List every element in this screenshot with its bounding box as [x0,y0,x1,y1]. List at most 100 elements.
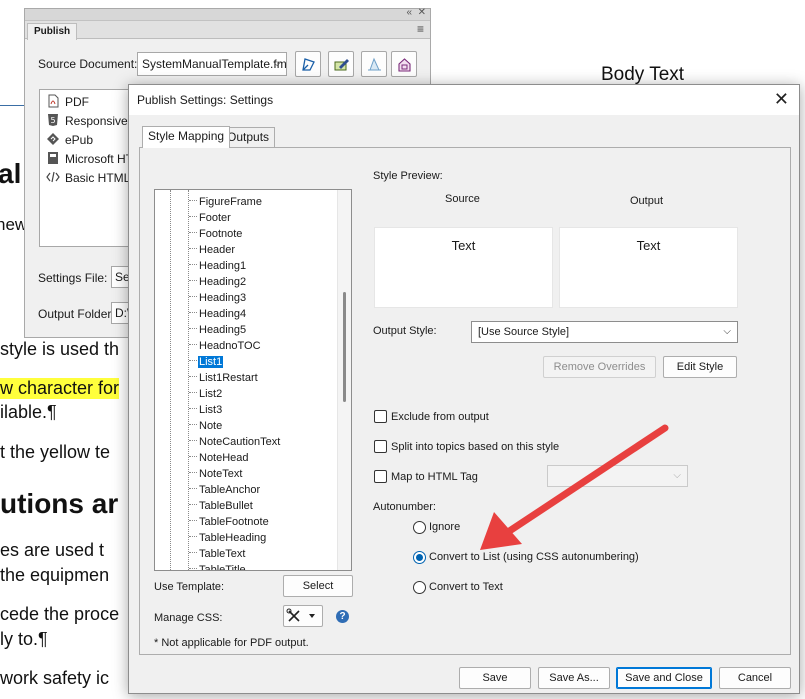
style-tree-item[interactable]: HeadnoTOC [189,338,262,354]
help-icon[interactable]: ? [336,610,349,623]
format-item-responsive-html[interactable]: 5 Responsive H [46,112,140,130]
autonumber-ignore-radio[interactable] [413,521,426,534]
style-tree-item[interactable]: Footnote [189,226,243,242]
style-tree-item-label: Heading4 [199,308,247,320]
document-text-line: t the yellow te [0,442,111,462]
document-text-line: style is used th [0,339,120,359]
style-tree-item[interactable]: List3 [189,402,223,418]
dialog-titlebar: Publish Settings: Settings ✕ [129,85,799,115]
style-tree-item[interactable]: Heading1 [189,258,247,274]
style-tree-item[interactable]: List1Restart [189,370,259,386]
output-preview-text: Text [636,238,661,253]
document-text-line: w character for [0,378,120,399]
style-tree-item[interactable]: Header [189,242,236,258]
edit-style-button[interactable]: Edit Style [663,356,737,378]
style-tree-item[interactable]: Note [189,418,223,434]
publish-panel-tabbar: Publish ≡ [25,21,430,40]
style-tree-item[interactable]: Heading3 [189,290,247,306]
source-document-label: Source Document: [38,57,138,71]
tree-scrollbar[interactable] [337,190,351,570]
save-as-button[interactable]: Save As... [538,667,610,689]
style-tree-item-label: List1Restart [199,372,258,384]
publish-panel-topbar: « ✕ [25,7,430,21]
tree-branch-line [189,504,197,505]
style-tree-item[interactable]: Heading5 [189,322,247,338]
style-tree-item[interactable]: TableBullet [189,498,254,514]
autonumber-convert-to-text-radio[interactable] [413,581,426,594]
exclude-from-output-checkbox[interactable] [374,410,387,423]
style-tree-item[interactable]: Heading4 [189,306,247,322]
close-icon[interactable]: ✕ [774,89,789,109]
document-text-line: ilable.¶ [0,402,57,422]
autonumber-convert-to-list-radio[interactable] [413,551,426,564]
document-text-line: al [0,158,22,189]
edit-settings-icon [334,59,349,71]
html-tag-select[interactable]: ⌵ [547,465,688,487]
generate-button[interactable] [295,51,321,77]
format-item-epub[interactable]: ePub [46,131,93,149]
style-tree-item[interactable]: TableFootnote [189,514,270,530]
map-to-html-tag-label: Map to HTML Tag [391,471,478,483]
save-button[interactable]: Save [459,667,531,689]
autonumber-convert-to-list-label: Convert to List (using CSS autonumbering… [429,551,639,563]
tree-branch-line [189,232,197,233]
style-tree-item-label: TableAnchor [199,484,261,496]
style-tree-item-label: TableHeading [199,532,267,544]
new-settings-button[interactable] [361,51,387,77]
output-style-label: Output Style: [373,325,437,337]
style-tree-item-label: Footer [199,212,231,224]
map-to-html-tag-checkbox[interactable] [374,470,387,483]
source-document-value: SystemManualTemplate.fm [142,57,287,71]
format-item-basic-html[interactable]: Basic HTML [46,169,130,187]
style-tree-item[interactable]: Heading2 [189,274,247,290]
select-button[interactable]: Select [283,575,353,597]
style-tree-item[interactable]: NoteText [189,466,243,482]
tree-branch-line [189,328,197,329]
cancel-button[interactable]: Cancel [719,667,791,689]
document-text-line: cede the proce [0,604,120,624]
output-style-select[interactable]: [Use Source Style] ⌵ [471,321,738,343]
style-tree-item-label: Heading3 [199,292,247,304]
remove-overrides-button[interactable]: Remove Overrides [543,356,656,378]
manage-css-button[interactable] [283,605,323,627]
tree-branch-line [189,440,197,441]
chevron-down-icon: ⌵ [273,58,281,69]
style-tree[interactable]: FigureFrame Footer Footnote Header Heading1 H… [154,189,352,571]
split-into-topics-label: Split into topics based on this style [391,441,560,453]
new-settings-icon [368,57,381,71]
output-style-value: [Use Source Style] [478,326,570,338]
style-tree-item-label: NoteCautionText [199,436,281,448]
style-tree-item[interactable]: TableHeading [189,530,267,546]
publish-output-button[interactable] [391,51,417,77]
tab-style-mapping[interactable]: Style Mapping [142,126,231,148]
save-and-close-button[interactable]: Save and Close [616,667,712,689]
source-document-select[interactable]: SystemManualTemplate.fm ⌵ [137,52,287,76]
style-tree-item[interactable]: List2 [189,386,223,402]
close-panel-icon[interactable]: ✕ [418,7,426,18]
style-tree-item[interactable]: NoteHead [189,450,250,466]
style-tree-item[interactable]: Footer [189,210,232,226]
style-tree-item-label: TableFootnote [199,516,269,528]
split-into-topics-checkbox[interactable] [374,440,387,453]
format-item-pdf[interactable]: PDF [46,93,89,111]
style-tree-item[interactable]: NoteCautionText [189,434,281,450]
output-preview-box: Text [559,227,738,308]
style-tree-item[interactable]: List1 [189,354,224,370]
pdf-footnote: * Not applicable for PDF output. [154,637,309,649]
tree-branch-line [189,200,197,201]
tree-scrollbar-thumb[interactable] [343,292,346,402]
style-tree-item-label: TableTitle [199,564,246,571]
tree-branch-line [189,280,197,281]
publish-tab[interactable]: Publish [27,23,78,40]
style-tree-item[interactable]: TableText [189,546,246,562]
edit-settings-button[interactable] [328,51,354,77]
style-tree-item[interactable]: TableTitle [189,562,247,571]
tree-branch-line [189,360,197,361]
panel-menu-icon[interactable]: ≡ [417,23,424,35]
collapse-panel-icon[interactable]: « [406,7,412,18]
document-text-line: es are used t [0,540,105,560]
style-tree-item[interactable]: TableAnchor [189,482,261,498]
tree-branch-line [189,424,197,425]
style-tree-item-label: Heading2 [199,276,247,288]
style-tree-item[interactable]: FigureFrame [189,194,263,210]
